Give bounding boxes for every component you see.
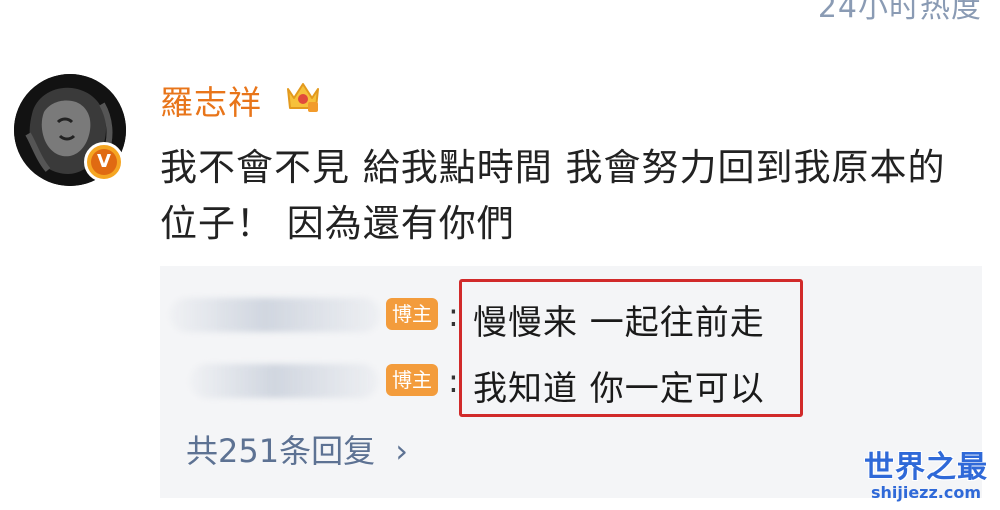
crown-icon xyxy=(287,83,319,112)
verified-badge: V xyxy=(84,142,124,182)
blurred-username xyxy=(170,298,380,332)
chevron-right-icon: › xyxy=(395,432,409,470)
reply-colon: : xyxy=(448,362,459,400)
verified-v-icon: V xyxy=(91,149,117,175)
top-hot-label: 24小时热度 xyxy=(817,0,982,25)
blogger-tag: 博主 xyxy=(386,364,438,396)
reply-colon: : xyxy=(448,296,459,334)
blurred-username xyxy=(190,364,378,398)
watermark-title: 世界之最 xyxy=(864,450,988,485)
more-replies-label: 共251条回复 xyxy=(186,432,376,470)
blogger-tag: 博主 xyxy=(386,298,438,330)
highlight-annotation xyxy=(459,279,803,417)
watermark-domain: shijiezz.com xyxy=(870,483,982,502)
post-text: 我不會不見 給我點時間 我會努力回到我原本的位子！ 因為還有你們 xyxy=(160,146,946,245)
username[interactable]: 羅志祥 xyxy=(160,76,262,124)
more-replies-link[interactable]: 共251条回复 › xyxy=(186,426,408,472)
watermark: 世界之最 shijiezz.com xyxy=(864,452,988,502)
